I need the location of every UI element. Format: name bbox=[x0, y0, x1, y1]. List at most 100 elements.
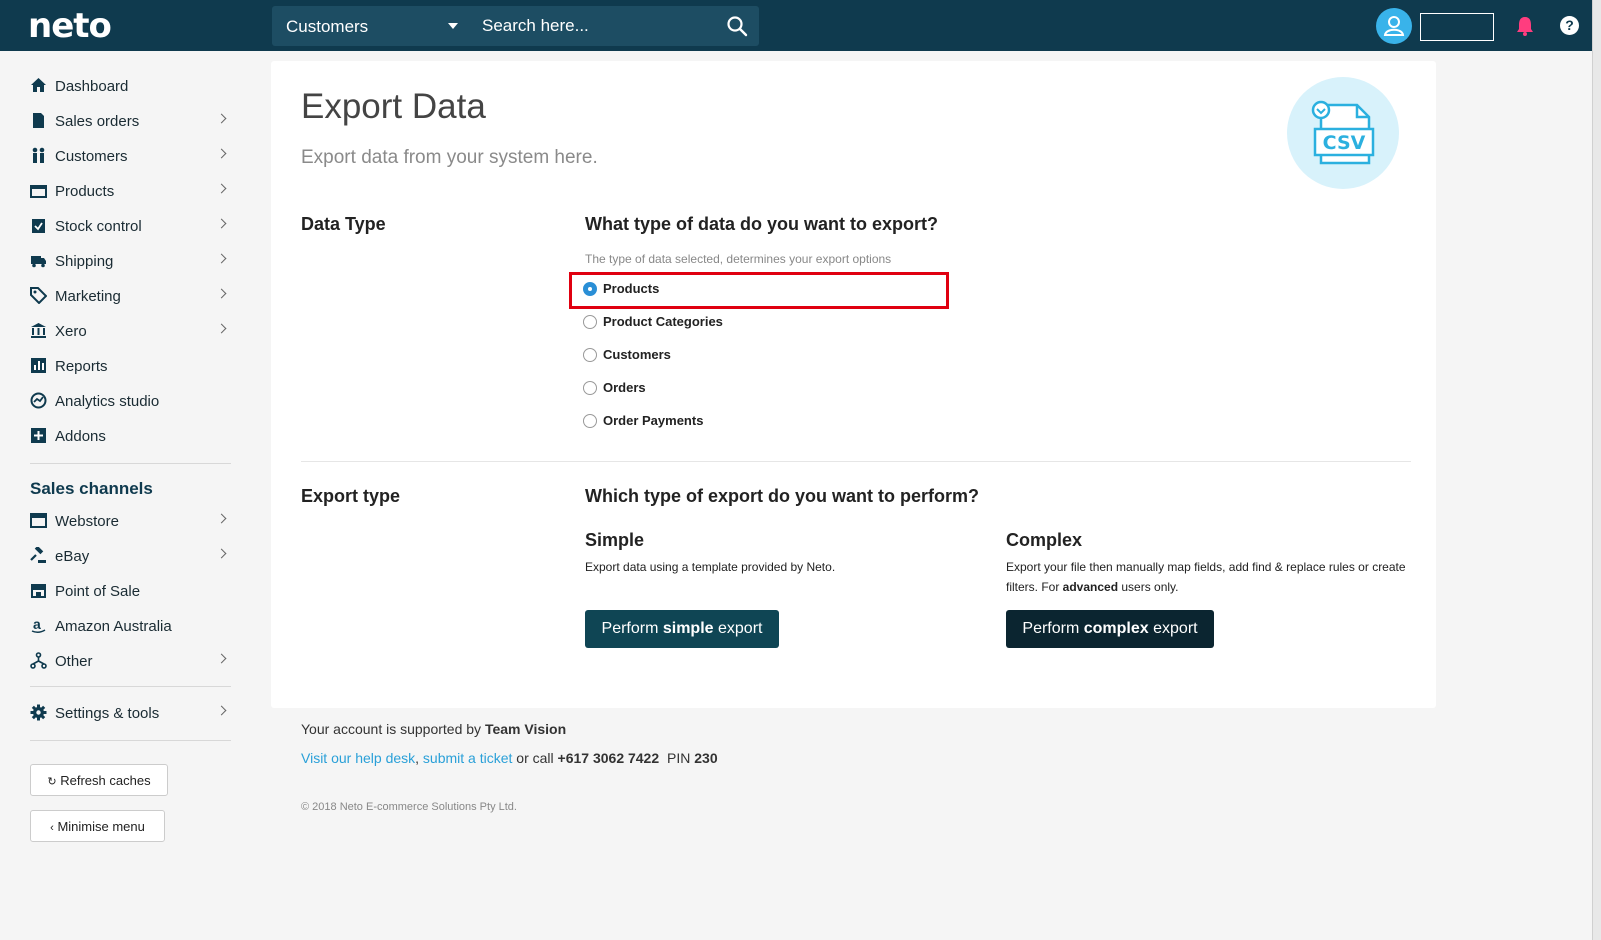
chevron-right-icon bbox=[216, 513, 227, 524]
sidebar-item-shipping[interactable]: Shipping bbox=[30, 248, 230, 276]
sidebar-divider bbox=[30, 740, 231, 741]
chevron-right-icon bbox=[216, 183, 227, 194]
sidebar-item-customers[interactable]: Customers bbox=[30, 143, 230, 171]
search-input[interactable] bbox=[472, 6, 717, 46]
help-desk-link[interactable]: Visit our help desk bbox=[301, 750, 415, 766]
minimise-menu-button[interactable]: ‹ Minimise menu bbox=[30, 810, 165, 842]
radio-unselected[interactable] bbox=[583, 315, 597, 329]
sidebar-item-dashboard[interactable]: Dashboard bbox=[30, 73, 230, 101]
sidebar-item-marketing[interactable]: Marketing bbox=[30, 283, 230, 311]
button-text-bold: complex bbox=[1083, 620, 1149, 637]
radio-label: Orders bbox=[603, 380, 646, 395]
button-text: export bbox=[1148, 620, 1198, 637]
submit-ticket-link[interactable]: submit a ticket bbox=[423, 750, 512, 766]
sidebar-item-other[interactable]: Other bbox=[30, 648, 230, 676]
sidebar-item-settings-tools[interactable]: Settings & tools bbox=[30, 700, 230, 728]
support-info: Your account is supported by Team Vision bbox=[301, 721, 566, 737]
search-icon[interactable] bbox=[725, 14, 749, 38]
refresh-caches-button[interactable]: ↻ Refresh caches bbox=[30, 764, 168, 796]
complex-desc-bold: advanced bbox=[1062, 580, 1119, 594]
call-text: or call bbox=[512, 750, 558, 766]
contact-info: Visit our help desk, submit a ticket or … bbox=[301, 750, 718, 766]
radio-label: Order Payments bbox=[603, 413, 704, 428]
global-search: Customers bbox=[272, 6, 759, 46]
csv-document-icon: CSV bbox=[1311, 100, 1375, 165]
radio-unselected[interactable] bbox=[583, 414, 597, 428]
chevron-right-icon bbox=[216, 653, 227, 664]
sidebar-item-addons[interactable]: Addons bbox=[30, 423, 230, 451]
sidebar-item-label: Customers bbox=[55, 148, 128, 165]
search-scope-value: Customers bbox=[286, 17, 369, 36]
sales-channels-heading: Sales channels bbox=[30, 479, 153, 498]
radio-unselected[interactable] bbox=[583, 348, 597, 362]
user-name-box[interactable] bbox=[1420, 13, 1494, 41]
sidebar-item-label: eBay bbox=[55, 548, 90, 565]
page-subtitle: Export data from your system here. bbox=[301, 147, 598, 168]
help-icon[interactable]: ? bbox=[1560, 16, 1579, 35]
support-text: Your account is supported by bbox=[301, 721, 485, 737]
user-avatar[interactable] bbox=[1376, 8, 1412, 44]
bell-icon[interactable] bbox=[1514, 15, 1536, 37]
sidebar-item-label: Webstore bbox=[55, 513, 119, 530]
perform-complex-export-button[interactable]: Perform complex export bbox=[1006, 610, 1214, 648]
gear-icon bbox=[30, 704, 47, 721]
chevron-right-icon bbox=[216, 218, 227, 229]
chevron-right-icon bbox=[216, 253, 227, 264]
sidebar-item-label: Marketing bbox=[55, 288, 121, 305]
chevron-right-icon bbox=[216, 113, 227, 124]
csv-badge-text: CSV bbox=[1323, 132, 1366, 154]
radio-unselected[interactable] bbox=[583, 381, 597, 395]
sidebar-item-reports[interactable]: Reports bbox=[30, 353, 230, 381]
minimise-menu-label: Minimise menu bbox=[57, 819, 145, 834]
sidebar-item-products[interactable]: Products bbox=[30, 178, 230, 206]
tag-icon bbox=[30, 287, 47, 304]
sidebar-item-label: Other bbox=[55, 653, 93, 670]
export-data-card: Export Data Export data from your system… bbox=[271, 61, 1436, 708]
sidebar-item-label: Settings & tools bbox=[55, 705, 160, 722]
window-scrollbar[interactable] bbox=[1592, 0, 1601, 940]
export-type-question: Which type of export do you want to perf… bbox=[585, 486, 979, 506]
sidebar-item-label: Xero bbox=[55, 323, 87, 340]
sidebar-item-label: Addons bbox=[55, 428, 106, 445]
clipboard-check-icon bbox=[32, 219, 45, 233]
radio-selected[interactable] bbox=[583, 282, 597, 296]
box-icon bbox=[30, 185, 47, 198]
chevron-right-icon bbox=[216, 548, 227, 559]
sidebar-item-point-of-sale[interactable]: Point of Sale bbox=[30, 578, 230, 606]
radio-label: Products bbox=[603, 281, 660, 296]
sidebar-item-label: Stock control bbox=[55, 218, 142, 235]
sidebar-item-xero[interactable]: Xero bbox=[30, 318, 230, 346]
section-divider bbox=[301, 461, 1411, 462]
sidebar-item-label: Sales orders bbox=[55, 113, 140, 130]
chevron-left-icon: ‹ bbox=[50, 822, 54, 834]
sidebar-item-stock-control[interactable]: Stock control bbox=[30, 213, 230, 241]
browser-icon bbox=[30, 513, 47, 528]
neto-logo[interactable]: neto bbox=[28, 6, 112, 46]
pin-value: 230 bbox=[694, 750, 718, 766]
sidebar-divider bbox=[30, 686, 231, 687]
complex-title: Complex bbox=[1006, 530, 1083, 550]
sidebar-item-analytics-studio[interactable]: Analytics studio bbox=[30, 388, 230, 416]
sidebar: Dashboard Sales orders Customers Product… bbox=[0, 51, 262, 940]
sidebar-item-ebay[interactable]: eBay bbox=[30, 543, 230, 571]
search-scope-select[interactable]: Customers bbox=[272, 6, 472, 46]
page-title: Export Data bbox=[301, 87, 486, 126]
sidebar-item-label: Amazon Australia bbox=[55, 618, 172, 635]
sidebar-item-label: Reports bbox=[55, 358, 108, 375]
pin-label: PIN bbox=[667, 750, 691, 766]
sidebar-item-webstore[interactable]: Webstore bbox=[30, 508, 230, 536]
sidebar-item-label: Shipping bbox=[55, 253, 114, 270]
radio-label: Customers bbox=[603, 347, 671, 362]
sidebar-item-label: Point of Sale bbox=[55, 583, 141, 600]
data-type-question: What type of data do you want to export? bbox=[585, 214, 938, 234]
refresh-caches-label: Refresh caches bbox=[60, 773, 151, 788]
perform-simple-export-button[interactable]: Perform simple export bbox=[585, 610, 779, 648]
data-type-hint: The type of data selected, determines yo… bbox=[585, 252, 892, 266]
sidebar-item-amazon-australia[interactable]: a Amazon Australia bbox=[30, 613, 230, 641]
bar-chart-icon bbox=[31, 358, 46, 373]
chevron-right-icon bbox=[216, 148, 227, 159]
sidebar-item-sales-orders[interactable]: Sales orders bbox=[30, 108, 230, 136]
phone-number: +617 3062 7422 bbox=[557, 750, 660, 766]
store-icon bbox=[31, 584, 46, 598]
analytics-icon bbox=[30, 392, 47, 409]
